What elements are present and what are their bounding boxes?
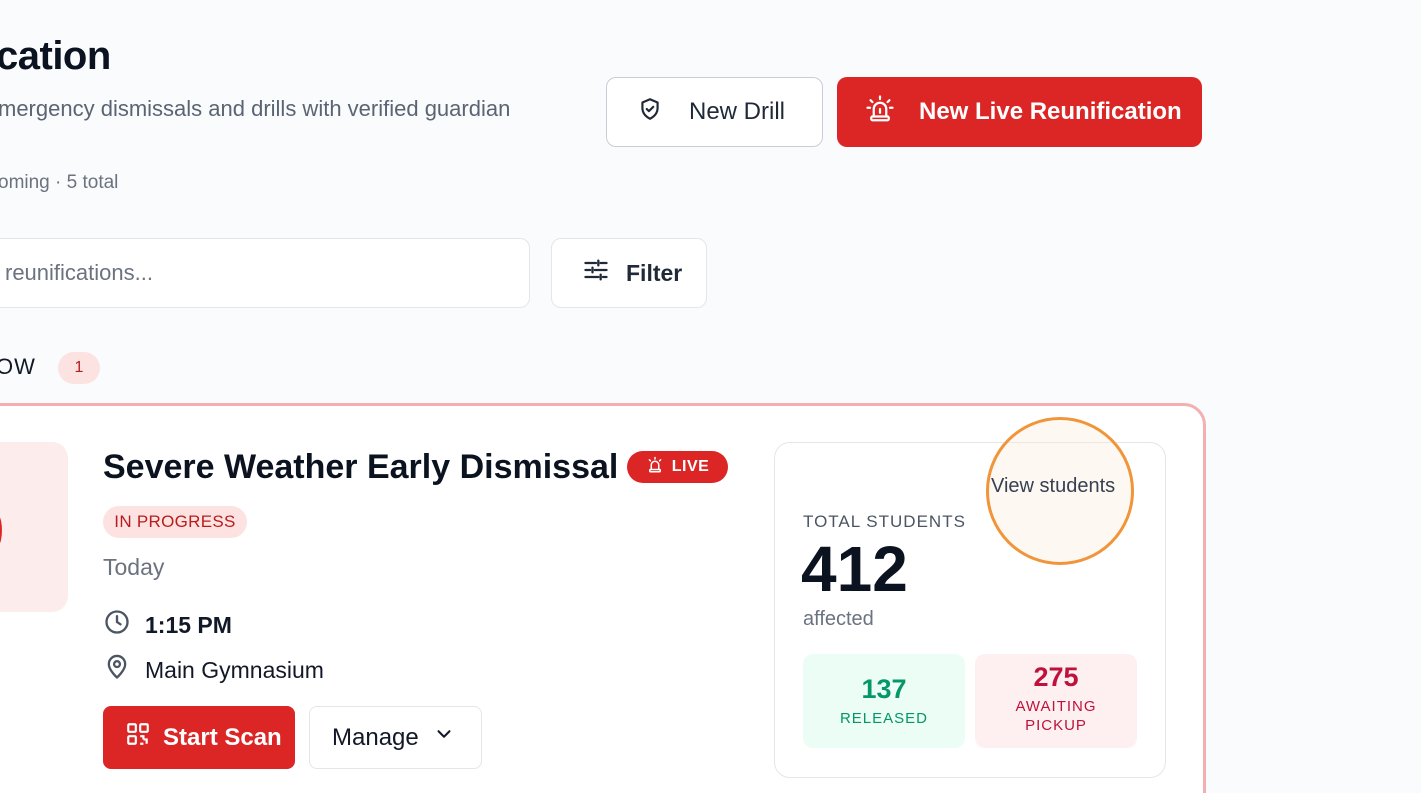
awaiting-label-line1: AWAITING — [1015, 697, 1097, 715]
view-students-link[interactable]: View students — [991, 475, 1115, 498]
new-live-reunification-label: New Live Reunification — [919, 98, 1182, 125]
live-badge-label: LIVE — [671, 458, 710, 475]
reunification-page: cation mergency dismissals and drills wi… — [0, 0, 1421, 793]
event-date-tile-number: 0 — [0, 496, 4, 567]
event-date-tile — [0, 442, 68, 612]
event-date: Today — [103, 554, 165, 580]
map-pin-icon — [103, 653, 131, 687]
siren-icon — [865, 94, 895, 131]
shield-check-icon — [637, 96, 663, 129]
section-heading: OW — [0, 354, 36, 379]
total-students-value: 412 — [801, 533, 908, 605]
page-meta-count: oming · 5 total — [0, 172, 119, 193]
manage-dropdown-button[interactable]: Manage — [309, 706, 482, 769]
released-count: 137 — [861, 674, 907, 704]
released-tile: 137 RELEASED — [803, 654, 965, 748]
event-location-row: Main Gymnasium — [103, 653, 324, 687]
total-students-label: TOTAL STUDENTS — [803, 512, 966, 531]
new-live-reunification-button[interactable]: New Live Reunification — [837, 77, 1202, 147]
page-subtitle: mergency dismissals and drills with veri… — [0, 96, 511, 121]
search-input[interactable] — [5, 260, 529, 286]
event-title[interactable]: Severe Weather Early Dismissal — [103, 448, 618, 487]
section-count-badge: 1 — [58, 352, 100, 384]
start-scan-button[interactable]: Start Scan — [103, 706, 295, 769]
new-drill-button[interactable]: New Drill — [606, 77, 823, 147]
new-drill-label: New Drill — [689, 98, 785, 125]
live-badge: LIVE — [627, 451, 728, 483]
filter-button[interactable]: Filter — [551, 238, 707, 308]
qr-code-icon — [125, 721, 151, 754]
awaiting-count: 275 — [1033, 661, 1079, 692]
siren-icon — [646, 456, 664, 479]
awaiting-label-line2: PICKUP — [1025, 716, 1087, 734]
total-students-sub: affected — [803, 608, 874, 630]
status-badge: IN PROGRESS — [103, 506, 247, 538]
released-label: RELEASED — [839, 710, 929, 727]
search-box[interactable] — [0, 238, 530, 308]
awaiting-pickup-tile: 275 AWAITING PICKUP — [975, 654, 1137, 748]
chevron-down-icon — [433, 723, 455, 752]
sliders-icon — [582, 256, 610, 290]
filter-label: Filter — [626, 259, 683, 286]
clock-icon — [103, 608, 131, 642]
event-location: Main Gymnasium — [145, 656, 324, 683]
event-time: 1:15 PM — [145, 611, 232, 638]
start-scan-label: Start Scan — [163, 723, 282, 751]
manage-label: Manage — [332, 723, 419, 751]
event-time-row: 1:15 PM — [103, 608, 232, 642]
page-title: cation — [0, 34, 111, 78]
